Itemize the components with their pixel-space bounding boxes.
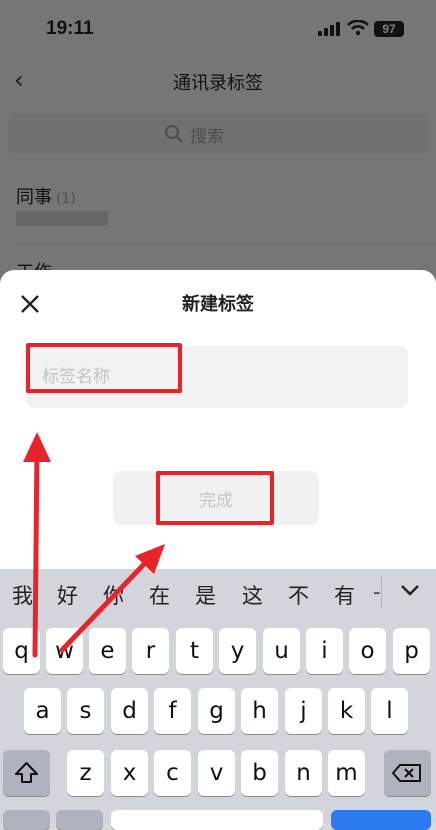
annotation-arrowhead <box>23 432 51 462</box>
annotation-arrow <box>32 445 40 658</box>
annotation-arrows <box>23 432 165 658</box>
annotation-arrow <box>59 557 151 653</box>
